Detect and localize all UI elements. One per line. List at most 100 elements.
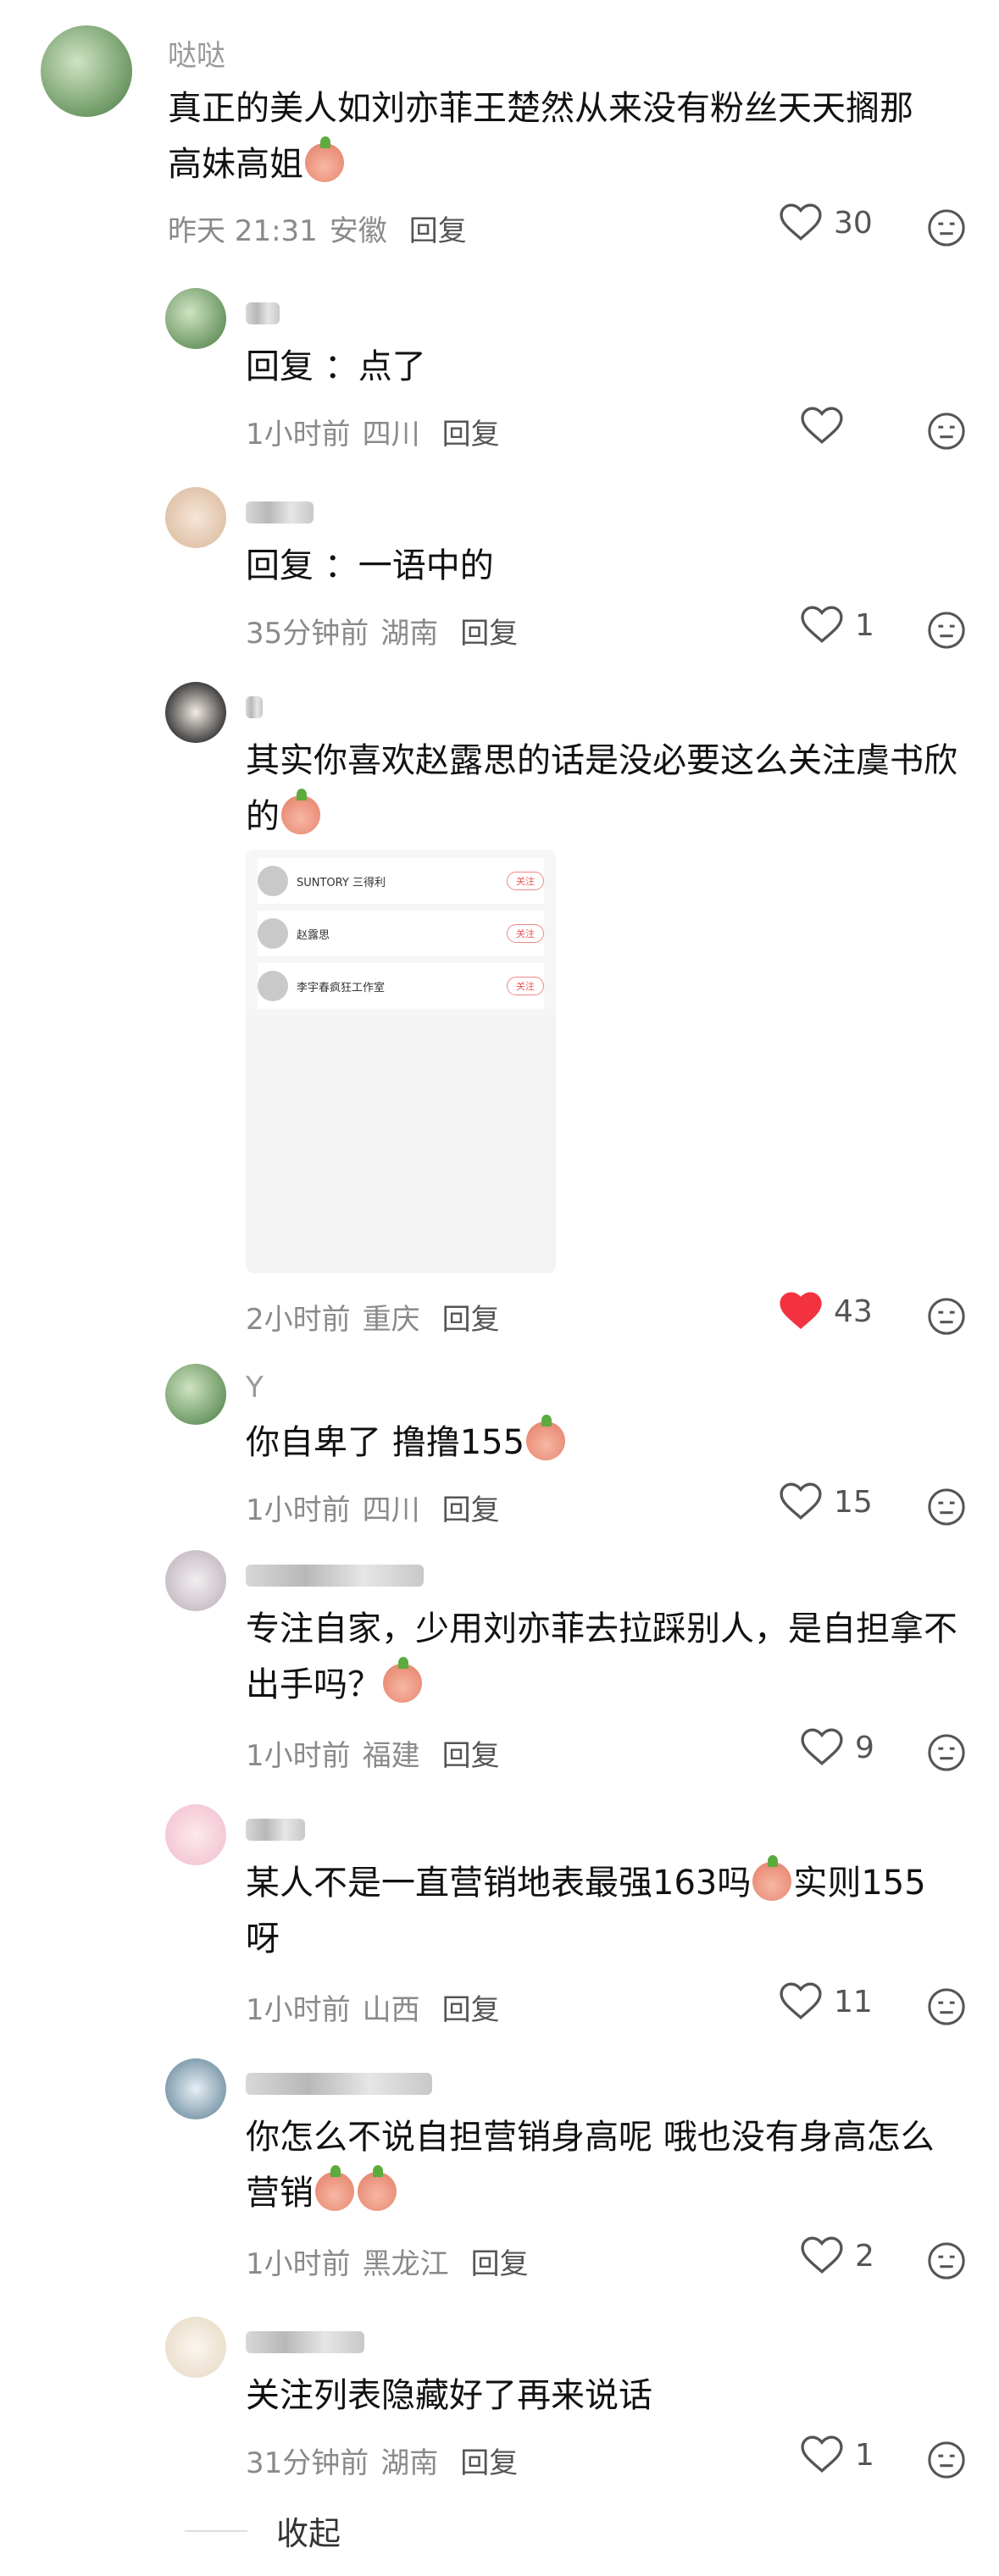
divider	[185, 2529, 247, 2532]
reply-button[interactable]: 回复	[442, 1993, 500, 2027]
comment-nickname[interactable]	[246, 494, 314, 528]
avatar	[258, 971, 288, 1001]
avatar	[258, 918, 288, 949]
collapse-replies-button[interactable]: 收起	[185, 2507, 341, 2554]
blurred-nickname	[246, 1818, 305, 1841]
reply-button[interactable]: 回复	[442, 1493, 500, 1527]
avatar[interactable]	[165, 1364, 226, 1425]
comment-location: 黑龙江	[362, 2247, 449, 2281]
comment-nickname[interactable]	[246, 1811, 305, 1845]
reply-item: 回复 ：一语中的 35分钟前 湖南 回复 1	[0, 487, 999, 665]
comment-text: 回复 ：点了	[246, 347, 426, 386]
comment-nickname[interactable]: 哒哒	[168, 32, 225, 74]
comment-time: 1小时前	[246, 418, 351, 451]
comment-text: 专注自家，少用刘亦菲去拉踩别人，是自担拿不出手吗？	[246, 1609, 957, 1704]
dislike-face-icon[interactable]	[927, 1297, 966, 1336]
avatar	[258, 866, 288, 896]
attachment-row: SUNTORY 三得利 关注	[258, 858, 544, 904]
filled-heart-icon	[780, 1292, 822, 1329]
attachment-row: 李宇春疯狂工作室 关注	[258, 963, 544, 1009]
reply-button[interactable]: 回复	[442, 1739, 500, 1773]
like-button[interactable]: 15	[780, 1482, 873, 1521]
avatar[interactable]	[165, 1804, 226, 1865]
comment-nickname[interactable]	[246, 1557, 424, 1591]
like-button[interactable]: 30	[780, 203, 873, 242]
dislike-face-icon[interactable]	[927, 412, 966, 451]
like-count: 9	[855, 1730, 874, 1765]
comment-time: 1小时前	[246, 1493, 351, 1527]
comment-time: 2小时前	[246, 1303, 351, 1337]
comment-time: 31分钟前	[246, 2446, 369, 2480]
comment-text: 其实你喜欢赵露思的话是没必要这么关注虞书欣的	[246, 741, 957, 836]
comment-text: 回复 ：一语中的	[246, 546, 494, 585]
heart-icon	[780, 1982, 822, 2019]
avatar[interactable]	[165, 487, 226, 548]
reply-button[interactable]: 回复	[442, 418, 500, 451]
comment-nickname[interactable]	[246, 689, 263, 723]
blurred-nickname	[246, 501, 314, 524]
comment-meta: 昨天 21:31 安徽 回复	[168, 208, 467, 249]
comment-time: 昨天 21:31	[168, 214, 318, 248]
comment-nickname[interactable]: Y	[246, 1371, 264, 1404]
reply-item: 某人不是一直营销地表最强163吗 实则155呀 1小时前 山西 回复 11	[0, 1804, 999, 2050]
comment-nickname[interactable]	[246, 2324, 364, 2357]
reply-button[interactable]: 回复	[442, 1303, 500, 1337]
like-button[interactable]: 1	[801, 606, 889, 645]
like-button[interactable]: 9	[801, 1728, 889, 1767]
dislike-face-icon[interactable]	[927, 2241, 966, 2280]
dislike-face-icon[interactable]	[927, 1733, 966, 1772]
like-button[interactable]: 1	[801, 2435, 889, 2474]
dislike-face-icon[interactable]	[927, 1487, 966, 1526]
avatar[interactable]	[165, 288, 226, 349]
comment-meta: 1小时前 山西 回复	[246, 1986, 500, 2028]
comment-location: 福建	[362, 1739, 420, 1773]
comment-location: 四川	[362, 1493, 420, 1527]
comment-nickname[interactable]	[246, 295, 280, 329]
reply-button[interactable]: 回复	[460, 2446, 518, 2480]
avatar[interactable]	[165, 2317, 226, 2378]
comment-location: 湖南	[380, 2446, 439, 2480]
comment-text: 某人不是一直营销地表最强163吗 实则155呀	[246, 1855, 926, 1958]
avatar[interactable]	[165, 2058, 226, 2119]
comment-time: 1小时前	[246, 1739, 351, 1773]
blurred-nickname	[246, 302, 280, 324]
like-button[interactable]: 2	[801, 2236, 889, 2275]
comment-location: 安徽	[329, 214, 387, 248]
reply-item: 专注自家，少用刘亦菲去拉踩别人，是自担拿不出手吗？ 1小时前 福建 回复 9	[0, 1550, 999, 1796]
avatar[interactable]	[41, 25, 132, 117]
comment-meta: 1小时前 四川 回复	[246, 411, 500, 452]
like-button[interactable]: 43	[780, 1292, 873, 1331]
comment-time: 35分钟前	[246, 617, 369, 651]
dislike-face-icon[interactable]	[927, 611, 966, 650]
like-button[interactable]	[801, 407, 889, 446]
image-attachment[interactable]: SUNTORY 三得利 关注 赵露思 关注 李宇春疯狂工作室 关注	[246, 850, 556, 1273]
dislike-face-icon[interactable]	[927, 208, 966, 247]
avatar[interactable]	[165, 682, 226, 743]
like-button[interactable]: 11	[780, 1982, 873, 2021]
comment-meta: 1小时前 福建 回复	[246, 1732, 500, 1774]
attachment-row: 赵露思 关注	[258, 911, 544, 956]
comment-meta: 2小时前 重庆 回复	[246, 1296, 500, 1338]
comment-nickname[interactable]	[246, 2065, 432, 2099]
comment-location: 山西	[362, 1993, 420, 2027]
comment-meta: 1小时前 四川 回复	[246, 1487, 500, 1528]
reply-item: Y 你自卑了 撸撸155 1小时前 四川 回复 15	[0, 1364, 999, 1542]
reply-button[interactable]: 回复	[460, 617, 518, 651]
comment-item: 哒哒 真正的美人如刘亦菲王楚然从来没有粉丝天天搁那高妹高姐 昨天 21:31 安徽…	[0, 0, 999, 280]
comment-text: 你怎么不说自担营销身高呢 哦也没有身高怎么营销	[246, 2118, 935, 2213]
like-count: 2	[855, 2238, 874, 2274]
heart-icon	[801, 1728, 843, 1765]
comment-text: 真正的美人如刘亦菲王楚然从来没有粉丝天天搁那高妹高姐	[168, 89, 913, 184]
dislike-face-icon[interactable]	[927, 1987, 966, 2026]
attachment-blank-area	[246, 1016, 556, 1273]
reply-item: 你怎么不说自担营销身高呢 哦也没有身高怎么营销 1小时前 黑龙江 回复 2	[0, 2058, 999, 2304]
reply-button[interactable]: 回复	[471, 2247, 529, 2281]
comment-text: 关注列表隐藏好了再来说话	[246, 2376, 652, 2415]
dislike-face-icon[interactable]	[927, 2440, 966, 2479]
reply-item: 其实你喜欢赵露思的话是没必要这么关注虞书欣的 SUNTORY 三得利 关注 赵露思…	[0, 682, 999, 1351]
reply-button[interactable]: 回复	[409, 214, 467, 248]
comment-time: 1小时前	[246, 2247, 351, 2281]
avatar[interactable]	[165, 1550, 226, 1611]
heart-icon	[780, 203, 822, 241]
like-count: 43	[834, 1294, 873, 1329]
